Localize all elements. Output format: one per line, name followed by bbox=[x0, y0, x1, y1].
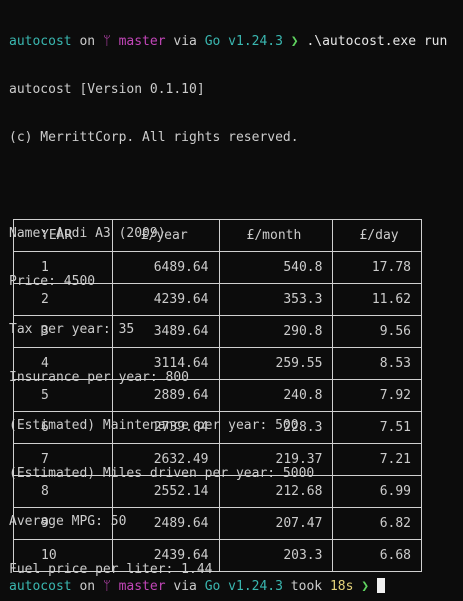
cell-per-year: 3489.64 bbox=[111, 315, 220, 348]
table-row: 6 2739.64 228.3 7.51 bbox=[13, 411, 422, 444]
prompt-branch: master bbox=[118, 579, 166, 594]
header-per-month: £/month bbox=[218, 219, 334, 252]
cell-per-month: 219.37 bbox=[218, 443, 334, 476]
table-row: 10 2439.64 203.3 6.68 bbox=[13, 539, 422, 572]
prompt-go-version: v1.24.3 bbox=[228, 579, 283, 594]
command-prompt-line: autocost on ᛘ master via Go v1.24.3 ❯ .\… bbox=[9, 34, 463, 50]
table-header-row: YEAR £/year £/month £/day bbox=[13, 219, 422, 252]
prompt-arrow-icon: ❯ bbox=[361, 579, 370, 594]
cell-per-day: 6.99 bbox=[332, 475, 422, 508]
cell-per-day: 17.78 bbox=[332, 251, 422, 284]
cell-per-year: 2439.64 bbox=[111, 539, 220, 572]
text-cursor[interactable] bbox=[376, 578, 385, 593]
cell-year: 1 bbox=[13, 251, 113, 284]
cell-per-year: 2489.64 bbox=[111, 507, 220, 540]
cell-per-day: 7.92 bbox=[332, 379, 422, 412]
go-icon: Go bbox=[204, 34, 221, 49]
cell-per-month: 259.55 bbox=[218, 347, 334, 380]
cell-year: 3 bbox=[13, 315, 113, 348]
table-row: 1 6489.64 540.8 17.78 bbox=[13, 251, 422, 284]
cell-year: 5 bbox=[13, 379, 113, 412]
header-year: YEAR bbox=[13, 219, 113, 252]
cell-per-year: 2552.14 bbox=[111, 475, 220, 508]
prompt-on: on bbox=[71, 34, 103, 49]
cell-per-year: 4239.64 bbox=[111, 283, 220, 316]
table-row: 7 2632.49 219.37 7.21 bbox=[13, 443, 422, 476]
cell-per-month: 290.8 bbox=[218, 315, 334, 348]
table-row: 3 3489.64 290.8 9.56 bbox=[13, 315, 422, 348]
cell-per-day: 9.56 bbox=[332, 315, 422, 348]
cell-per-month: 228.3 bbox=[218, 411, 334, 444]
cell-per-day: 7.51 bbox=[332, 411, 422, 444]
cell-per-month: 212.68 bbox=[218, 475, 334, 508]
cell-year: 7 bbox=[13, 443, 113, 476]
typed-command: .\autocost.exe run bbox=[306, 34, 448, 49]
prompt-on: on bbox=[71, 579, 103, 594]
prompt-arrow-icon: ❯ bbox=[290, 34, 299, 49]
prompt-via: via bbox=[165, 579, 205, 594]
command-duration: 18s bbox=[329, 579, 354, 594]
table-row: 4 3114.64 259.55 8.53 bbox=[13, 347, 422, 380]
cell-per-month: 207.47 bbox=[218, 507, 334, 540]
table-row: 9 2489.64 207.47 6.82 bbox=[13, 507, 422, 540]
table-row: 8 2552.14 212.68 6.99 bbox=[13, 475, 422, 508]
prompt-via: via bbox=[165, 34, 205, 49]
prompt-branch: master bbox=[118, 34, 166, 49]
prompt-go-version: v1.24.3 bbox=[228, 34, 283, 49]
cell-per-day: 7.21 bbox=[332, 443, 422, 476]
cell-per-month: 540.8 bbox=[218, 251, 334, 284]
cell-year: 10 bbox=[13, 539, 113, 572]
cost-table: YEAR £/year £/month £/day 1 6489.64 540.8 1… bbox=[13, 219, 422, 572]
current-prompt-line[interactable]: autocost on ᛘ master via Go v1.24.3 took… bbox=[9, 578, 385, 595]
cell-per-year: 2739.64 bbox=[111, 411, 220, 444]
cell-per-year: 2889.64 bbox=[111, 379, 220, 412]
cell-year: 8 bbox=[13, 475, 113, 508]
cell-year: 6 bbox=[13, 411, 113, 444]
prompt-dir: autocost bbox=[9, 34, 72, 49]
git-branch-icon: ᛘ bbox=[102, 34, 111, 49]
header-per-day: £/day bbox=[332, 219, 422, 252]
git-branch-icon: ᛘ bbox=[102, 579, 111, 594]
version-line: autocost [Version 0.1.10] bbox=[9, 82, 205, 97]
header-per-year: £/year bbox=[111, 219, 220, 252]
cell-year: 9 bbox=[13, 507, 113, 540]
go-icon: Go bbox=[204, 579, 221, 594]
prompt-dir: autocost bbox=[9, 579, 72, 594]
cell-per-day: 6.68 bbox=[332, 539, 422, 572]
cell-per-day: 6.82 bbox=[332, 507, 422, 540]
cell-per-month: 203.3 bbox=[218, 539, 334, 572]
cell-year: 4 bbox=[13, 347, 113, 380]
copyright-line: (c) MerrittCorp. All rights reserved. bbox=[9, 130, 299, 145]
cell-per-day: 8.53 bbox=[332, 347, 422, 380]
cell-per-month: 353.3 bbox=[218, 283, 334, 316]
cell-per-year: 6489.64 bbox=[111, 251, 220, 284]
prompt-took: took bbox=[282, 579, 330, 594]
cell-per-year: 2632.49 bbox=[111, 443, 220, 476]
table-row: 5 2889.64 240.8 7.92 bbox=[13, 379, 422, 412]
table-row: 2 4239.64 353.3 11.62 bbox=[13, 283, 422, 316]
cell-year: 2 bbox=[13, 283, 113, 316]
cell-per-year: 3114.64 bbox=[111, 347, 220, 380]
cell-per-day: 11.62 bbox=[332, 283, 422, 316]
cell-per-month: 240.8 bbox=[218, 379, 334, 412]
